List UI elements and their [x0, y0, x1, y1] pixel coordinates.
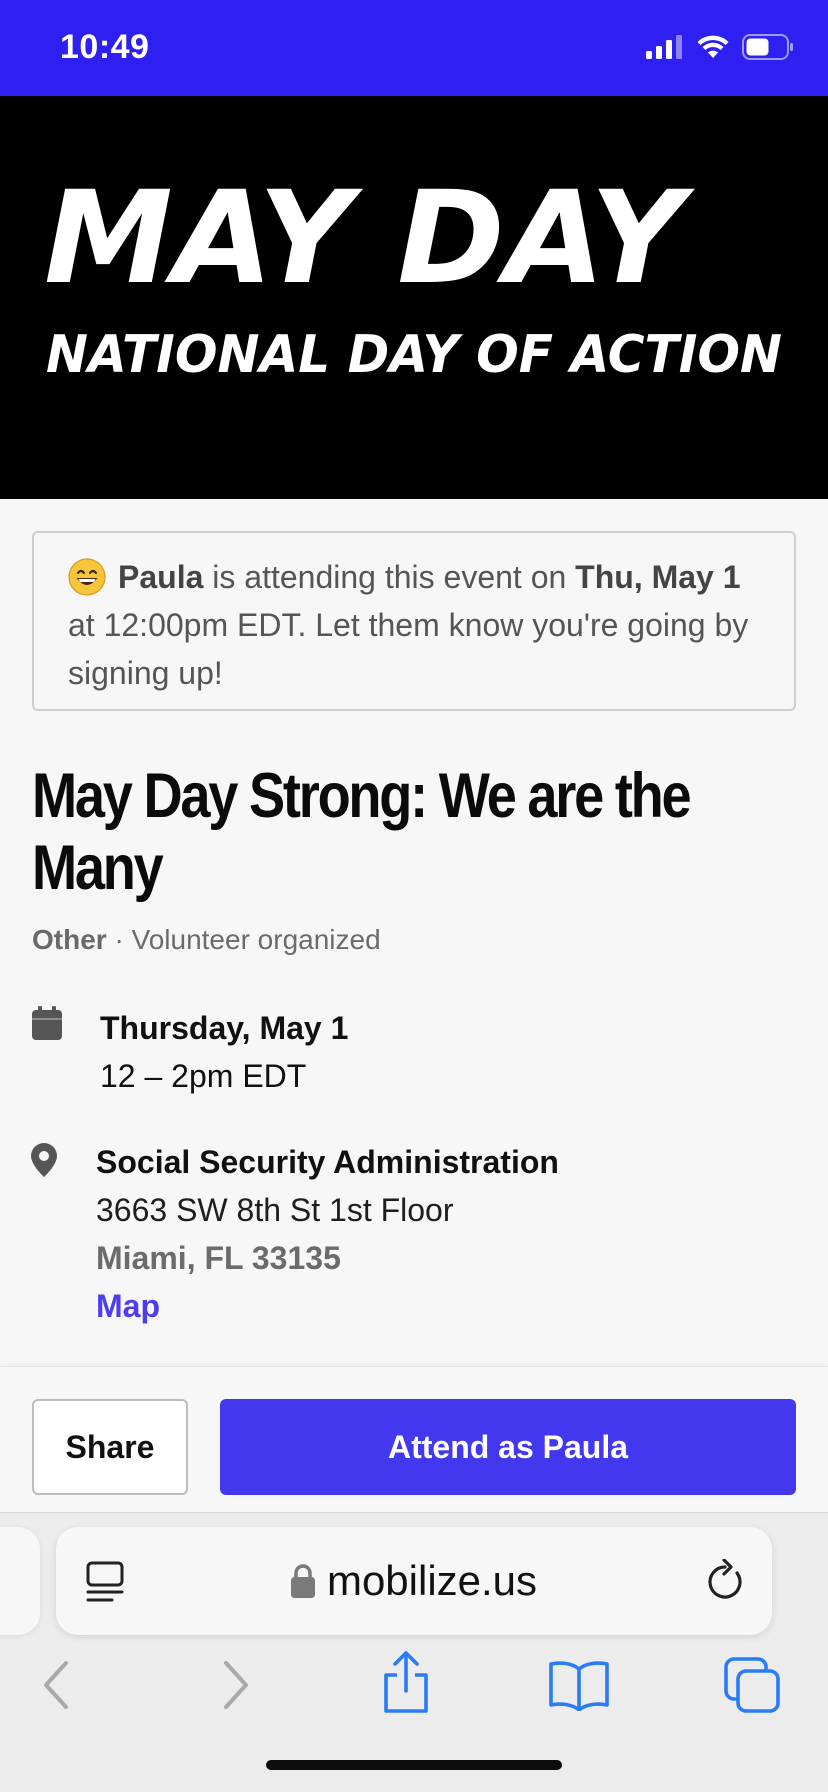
browser-chrome: mobilize.us [0, 1512, 828, 1792]
browser-toolbar [0, 1651, 828, 1735]
banner-headline: MAY DAY [44, 164, 695, 313]
location-address: 3663 SW 8th St 1st Floor [96, 1192, 454, 1228]
share-icon[interactable] [380, 1651, 432, 1715]
grinning-face-emoji-icon [68, 558, 106, 596]
location-pin-icon [31, 1143, 57, 1177]
event-meta: Other · Volunteer organized [32, 924, 381, 956]
url-text: mobilize.us [326, 1557, 538, 1604]
status-icons [646, 34, 794, 60]
wifi-icon [697, 35, 729, 58]
status-bar: 10:49 [0, 0, 828, 96]
banner-subheadline: NATIONAL DAY OF ACTION [46, 325, 782, 385]
reload-icon[interactable] [706, 1559, 746, 1603]
event-type: Other [32, 924, 107, 955]
cellular-signal-icon [646, 35, 682, 59]
bookmarks-icon[interactable] [548, 1659, 610, 1711]
meta-separator: · [106, 924, 132, 955]
event-time-range: 12 – 2pm EDT [100, 1058, 307, 1094]
event-location: Social Security Administration 3663 SW 8… [96, 1138, 559, 1330]
battery-icon [742, 34, 793, 60]
notice-date: Thu, May 1 [575, 559, 741, 595]
event-title: May Day Strong: We are the Many [32, 761, 692, 903]
event-organizer-type: Volunteer organized [131, 924, 381, 955]
attendee-name: Paula [118, 559, 204, 595]
location-city: Miami, FL 33135 [96, 1240, 341, 1276]
event-date-title: Thursday, May 1 [100, 1010, 349, 1046]
action-bar: Share Attend as Paula [0, 1366, 828, 1512]
attendance-notice: Paula is attending this event on Thu, Ma… [32, 531, 796, 711]
event-date: Thursday, May 1 12 – 2pm EDT [100, 1004, 348, 1100]
event-banner-image: MAY DAY NATIONAL DAY OF ACTION [0, 96, 828, 499]
notice-text-middle: is attending this event on [203, 559, 576, 595]
forward-icon[interactable] [220, 1661, 252, 1709]
lock-icon [290, 1564, 315, 1598]
attend-button[interactable]: Attend as Paula [220, 1399, 796, 1495]
previous-tab-peek[interactable] [0, 1527, 40, 1635]
back-icon[interactable] [40, 1661, 72, 1709]
location-name: Social Security Administration [96, 1144, 559, 1180]
url-field[interactable]: mobilize.us [56, 1527, 772, 1635]
home-indicator [266, 1760, 562, 1770]
notice-text-end: at 12:00pm EDT. Let them know you're goi… [68, 607, 749, 691]
calendar-icon [32, 1006, 62, 1040]
tabs-icon[interactable] [724, 1657, 782, 1713]
banner-artwork: MAY DAY NATIONAL DAY OF ACTION [44, 164, 782, 385]
map-link[interactable]: Map [96, 1282, 559, 1330]
page: 10:49 MAY DAY NATIONAL DAY OF ACTION Pau… [0, 0, 828, 1792]
status-time: 10:49 [60, 28, 150, 66]
share-button[interactable]: Share [32, 1399, 188, 1495]
address-bar[interactable]: mobilize.us [56, 1527, 772, 1635]
